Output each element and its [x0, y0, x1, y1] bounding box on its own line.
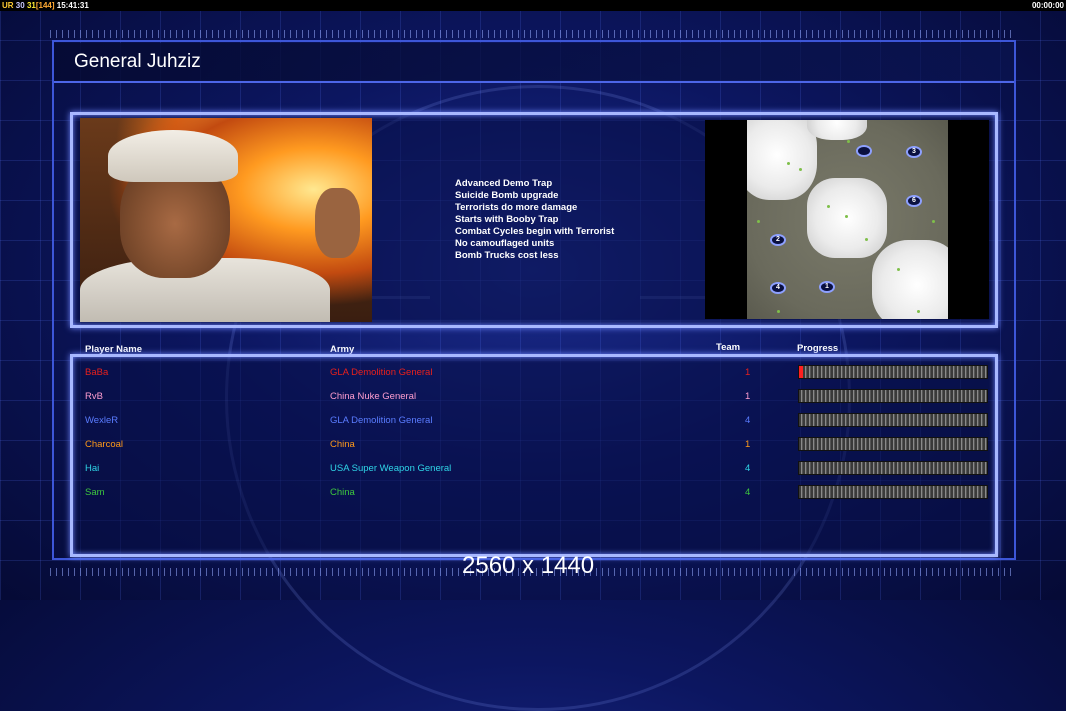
- player-row: Sam China 4: [85, 481, 990, 505]
- start-position-empty[interactable]: [856, 145, 872, 157]
- player-row: Hai USA Super Weapon General 4: [85, 457, 990, 481]
- player-army: China Nuke General: [330, 391, 417, 402]
- start-position-3[interactable]: 3: [906, 146, 922, 158]
- start-position-6[interactable]: 6: [906, 195, 922, 207]
- progress-bar: [798, 437, 988, 451]
- perk-item: Terrorists do more damage: [455, 202, 578, 213]
- player-team: 1: [745, 439, 751, 450]
- fps-value-2: 31: [26, 1, 36, 10]
- perk-item: Combat Cycles begin with Terrorist: [455, 226, 615, 237]
- player-army: China: [330, 487, 355, 498]
- perk-item: Suicide Bomb upgrade: [455, 190, 559, 201]
- player-team: 4: [745, 463, 751, 474]
- general-perks-list: Advanced Demo Trap Suicide Bomb upgrade …: [455, 178, 614, 262]
- title-bar: General Juhziz: [54, 43, 1014, 83]
- player-army: GLA Demolition General: [330, 367, 433, 378]
- perk-item: Advanced Demo Trap: [455, 178, 553, 189]
- fps-value: 30: [15, 1, 25, 10]
- perk-item: No camouflaged units: [455, 238, 555, 249]
- progress-bar: [798, 413, 988, 427]
- progress-fill: [799, 366, 803, 378]
- general-title: General Juhziz: [74, 51, 201, 72]
- player-army: China: [330, 439, 355, 450]
- progress-bar: [798, 389, 988, 403]
- perk-item: Starts with Booby Trap: [455, 214, 559, 225]
- player-team: 1: [745, 391, 751, 402]
- ur-label: UR: [2, 1, 14, 10]
- clock: 15:41:31: [56, 1, 89, 10]
- resolution-watermark: 2560 x 1440: [462, 552, 595, 579]
- player-row: RvB China Nuke General 1: [85, 385, 990, 409]
- progress-bar: [798, 365, 988, 379]
- map-preview: 3 6 2 4 1: [747, 120, 948, 319]
- progress-bar: [798, 485, 988, 499]
- player-team: 4: [745, 415, 751, 426]
- start-position-4[interactable]: 4: [770, 282, 786, 294]
- player-name: WexleR: [85, 415, 119, 426]
- player-team: 1: [745, 367, 751, 378]
- header-team: Team: [716, 342, 741, 353]
- top-ruler: [50, 30, 1016, 38]
- start-position-1[interactable]: 1: [819, 281, 835, 293]
- player-team: 4: [745, 487, 751, 498]
- header-progress: Progress: [797, 343, 839, 354]
- fps-cap: [144]: [35, 1, 55, 10]
- player-name: Hai: [85, 463, 100, 474]
- player-name: Sam: [85, 487, 105, 498]
- general-portrait: [80, 118, 372, 322]
- progress-bar: [798, 461, 988, 475]
- start-position-2[interactable]: 2: [770, 234, 786, 246]
- player-army: USA Super Weapon General: [330, 463, 452, 474]
- perk-item: Bomb Trucks cost less: [455, 250, 559, 261]
- player-army: GLA Demolition General: [330, 415, 433, 426]
- player-row: BaBa GLA Demolition General 1: [85, 361, 990, 385]
- match-timer: 00:00:00: [1031, 1, 1064, 10]
- player-name: RvB: [85, 391, 103, 402]
- player-name: BaBa: [85, 367, 109, 378]
- player-name: Charcoal: [85, 439, 124, 450]
- player-row: WexleR GLA Demolition General 4: [85, 409, 990, 433]
- debug-overlay: UR 30 31[144] 15:41:31 00:00:00: [0, 0, 1066, 11]
- player-row: Charcoal China 1: [85, 433, 990, 457]
